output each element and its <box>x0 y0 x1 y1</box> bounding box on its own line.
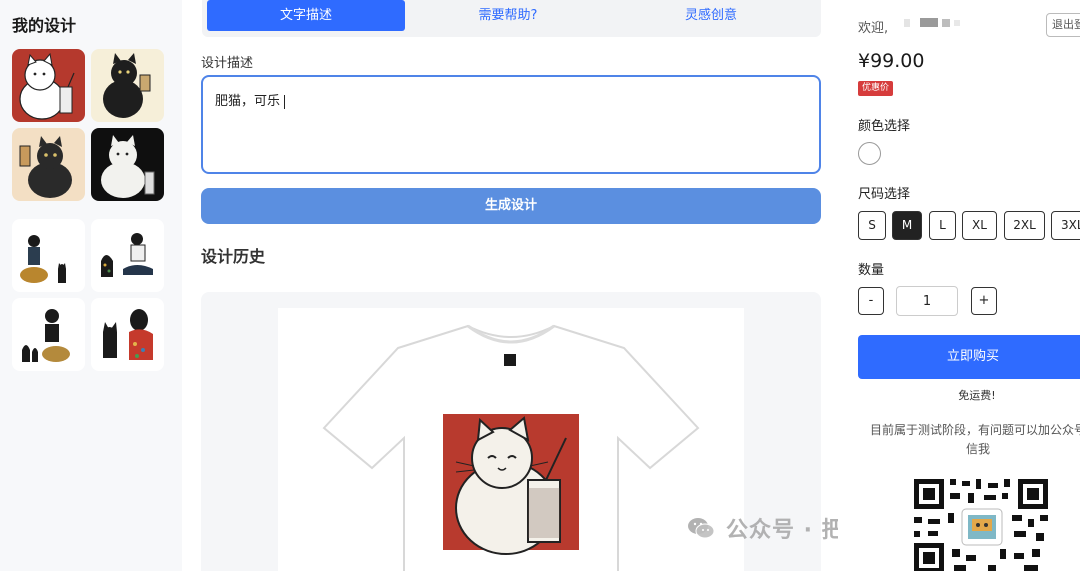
size-option-3xl[interactable]: 3XL <box>1051 211 1080 240</box>
history-title: 设计历史 <box>201 247 266 266</box>
generate-design-button[interactable]: 生成设计 <box>201 188 821 224</box>
quantity-decrease-button[interactable]: - <box>858 287 884 315</box>
sidebar: 我的设计 <box>0 0 182 571</box>
product-price: ¥99.00 <box>858 50 925 72</box>
discount-badge: 优惠价 <box>858 81 894 96</box>
tab-need-help[interactable]: 需要帮助? <box>409 0 607 31</box>
size-option-xl[interactable]: XL <box>962 211 997 240</box>
color-label: 颜色选择 <box>858 119 911 134</box>
tab-inspiration[interactable]: 灵感创意 <box>612 0 810 31</box>
mode-tabs: 文字描述 需要帮助? 灵感创意 <box>202 0 821 37</box>
quantity-label: 数量 <box>858 263 885 278</box>
description-textarea[interactable]: 肥猫，可乐 <box>201 75 821 174</box>
welcome-label: 欢迎, <box>858 21 889 36</box>
tab-text-description[interactable]: 文字描述 <box>207 0 405 31</box>
logout-button[interactable]: 退出登录 <box>1046 13 1080 37</box>
beta-notice-line1: 目前属于测试阶段，有问题可以加公众号 <box>869 423 1080 437</box>
qr-code-image <box>904 469 1058 571</box>
design-thumbnail[interactable] <box>91 219 164 292</box>
blurred-username <box>904 18 960 27</box>
quantity-increase-button[interactable]: + <box>971 287 997 315</box>
size-option-s[interactable]: S <box>858 211 886 240</box>
tshirt-mockup-image <box>278 308 744 571</box>
design-thumbnail[interactable] <box>91 128 164 201</box>
design-thumbnail[interactable] <box>91 298 164 371</box>
design-thumbnail[interactable] <box>12 219 85 292</box>
wechat-icon <box>688 518 715 539</box>
beta-notice-line2: 信我 <box>965 442 990 456</box>
design-thumbnail[interactable] <box>12 49 85 122</box>
free-shipping-text: 免运费! <box>958 389 996 402</box>
color-swatch-white[interactable] <box>858 142 881 165</box>
size-option-l[interactable]: L <box>929 211 956 240</box>
purchase-panel: 欢迎, 退出登录 ¥99.00 优惠价 颜色选择 尺码选择 S M L XL 2… <box>838 0 1080 571</box>
quantity-input[interactable] <box>896 286 958 316</box>
description-label: 设计描述 <box>201 56 254 71</box>
design-thumbnail[interactable] <box>91 49 164 122</box>
main-panel: 文字描述 需要帮助? 灵感创意 设计描述 肥猫，可乐 生成设计 设计历史 <box>182 0 838 571</box>
sidebar-title: 我的设计 <box>12 16 77 35</box>
beta-notice: 目前属于测试阶段，有问题可以加公众号 信我 <box>858 421 1080 459</box>
buy-now-button[interactable]: 立即购买 <box>858 335 1080 379</box>
description-value: 肥猫，可乐 <box>215 94 281 109</box>
text-caret <box>284 94 286 109</box>
design-thumbnail[interactable] <box>12 128 85 201</box>
size-label: 尺码选择 <box>858 187 911 202</box>
design-thumbnail[interactable] <box>12 298 85 371</box>
size-option-m[interactable]: M <box>892 211 922 240</box>
size-option-2xl[interactable]: 2XL <box>1004 211 1045 240</box>
